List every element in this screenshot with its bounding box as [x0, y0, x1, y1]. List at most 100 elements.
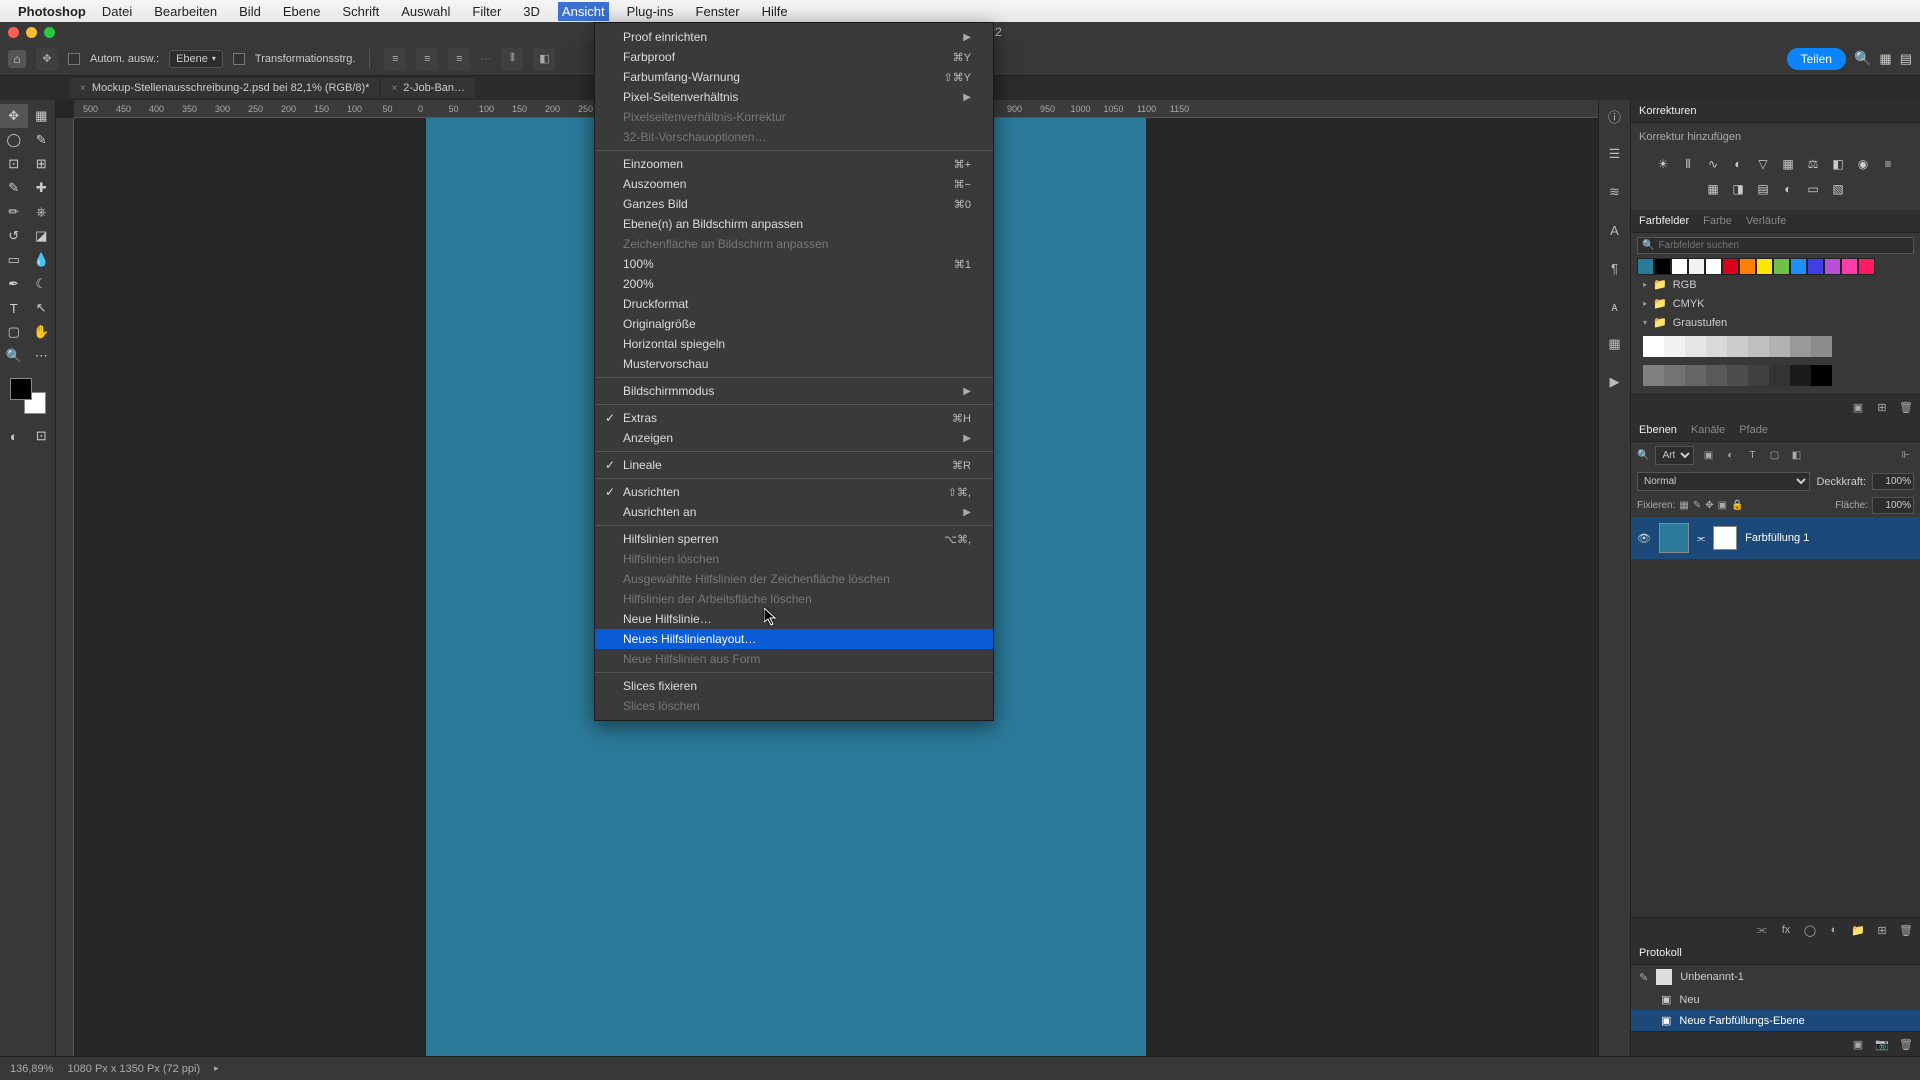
- quick-select-tool[interactable]: ✎: [28, 128, 56, 152]
- layer-filter-dropdown[interactable]: Art: [1655, 446, 1694, 465]
- bw-icon[interactable]: ◧: [1829, 155, 1847, 173]
- new-layer-icon[interactable]: ⊞: [1874, 922, 1890, 938]
- vertical-ruler[interactable]: [56, 118, 74, 1056]
- swatch[interactable]: [1841, 258, 1858, 275]
- group-icon[interactable]: 📁: [1850, 922, 1866, 938]
- zoom-icon[interactable]: [44, 27, 55, 38]
- mask-icon[interactable]: ◯: [1802, 922, 1818, 938]
- channel-mixer-icon[interactable]: ≡: [1879, 155, 1897, 173]
- swatch[interactable]: [1637, 258, 1654, 275]
- visibility-icon[interactable]: 👁: [1637, 532, 1651, 545]
- info-panel-icon[interactable]: ⓘ: [1605, 106, 1625, 126]
- swatch-group-graustufen[interactable]: ▾📁Graustufen: [1637, 313, 1914, 332]
- gradient-map-icon[interactable]: ▭: [1804, 180, 1822, 198]
- swatch[interactable]: [1739, 258, 1756, 275]
- swatch[interactable]: [1790, 258, 1807, 275]
- layer-filter-search-icon[interactable]: 🔍: [1637, 450, 1649, 461]
- crop-tool[interactable]: ⊡: [0, 152, 28, 176]
- screenmode-icon[interactable]: ⊡: [28, 424, 56, 448]
- history-snapshot[interactable]: ✎ Unbenannt-1: [1631, 965, 1920, 989]
- adjustments-panel-icon[interactable]: ☰: [1605, 144, 1625, 164]
- layer-thumbnail[interactable]: [1659, 523, 1689, 553]
- 3d-mode-icon[interactable]: ◧: [533, 48, 555, 70]
- pen-tool[interactable]: ✒: [0, 272, 28, 296]
- swatch[interactable]: [1706, 365, 1727, 386]
- status-chevron-icon[interactable]: ▸: [214, 1063, 219, 1074]
- menu-item[interactable]: Hilfslinien sperren⌥⌘,: [595, 529, 993, 549]
- move-tool[interactable]: ✥: [0, 104, 28, 128]
- history-brush-source-icon[interactable]: ✎: [1639, 971, 1648, 984]
- photo-filter-icon[interactable]: ◉: [1854, 155, 1872, 173]
- swatch[interactable]: [1671, 258, 1688, 275]
- fx-icon[interactable]: fx: [1778, 922, 1794, 938]
- menu-schrift[interactable]: Schrift: [338, 2, 383, 21]
- filter-toggle[interactable]: ⊩: [1898, 448, 1914, 464]
- menu-filter[interactable]: Filter: [468, 2, 505, 21]
- swatch[interactable]: [1756, 258, 1773, 275]
- paragraph-panel-icon[interactable]: ¶: [1605, 258, 1625, 278]
- menu-item[interactable]: Bildschirmmodus▶: [595, 381, 993, 401]
- swatch[interactable]: [1811, 365, 1832, 386]
- hsl-icon[interactable]: ▦: [1779, 155, 1797, 173]
- curves-icon[interactable]: ∿: [1704, 155, 1722, 173]
- blend-mode-dropdown[interactable]: Normal: [1637, 472, 1810, 491]
- eyedropper-tool[interactable]: ✎: [0, 176, 28, 200]
- color-balance-icon[interactable]: ⚖: [1804, 155, 1822, 173]
- adjustment-layer-icon[interactable]: ◐: [1826, 922, 1842, 938]
- menu-item[interactable]: Slices fixieren: [595, 676, 993, 696]
- tab-verlaeufe[interactable]: Verläufe: [1746, 215, 1786, 227]
- swatch[interactable]: [1706, 336, 1727, 357]
- tab-kanaele[interactable]: Kanäle: [1691, 424, 1725, 436]
- menu-plug-ins[interactable]: Plug-ins: [623, 2, 678, 21]
- swatch[interactable]: [1664, 365, 1685, 386]
- swatch[interactable]: [1769, 365, 1790, 386]
- swatch[interactable]: [1654, 258, 1671, 275]
- align-center-icon[interactable]: ≡: [416, 48, 438, 70]
- swatch[interactable]: [1748, 365, 1769, 386]
- tab-ebenen[interactable]: Ebenen: [1639, 424, 1677, 436]
- stamp-tool[interactable]: ⎈: [28, 200, 56, 224]
- swatch-group-rgb[interactable]: ▸📁RGB: [1637, 275, 1914, 294]
- menu-item[interactable]: Einzoomen⌘+: [595, 154, 993, 174]
- history-step[interactable]: ▣ Neu: [1631, 989, 1920, 1010]
- swatch[interactable]: [1685, 336, 1706, 357]
- path-select-tool[interactable]: ↖: [28, 296, 56, 320]
- menu-ebene[interactable]: Ebene: [279, 2, 325, 21]
- threshold-icon[interactable]: ◐: [1779, 180, 1797, 198]
- menu-item[interactable]: Ausrichten an▶: [595, 502, 993, 522]
- foreground-background-colors[interactable]: [8, 376, 48, 416]
- posterize-icon[interactable]: ▤: [1754, 180, 1772, 198]
- workspace-icon[interactable]: ▦: [1879, 51, 1891, 67]
- menu-ansicht[interactable]: Ansicht: [558, 2, 609, 21]
- dodge-tool[interactable]: ☾: [28, 272, 56, 296]
- move-tool-indicator-icon[interactable]: ✥: [36, 48, 58, 70]
- align-left-icon[interactable]: ≡: [384, 48, 406, 70]
- shape-tool[interactable]: ▢: [0, 320, 28, 344]
- filter-adjustment-icon[interactable]: ◐: [1722, 448, 1738, 464]
- swatch[interactable]: [1769, 336, 1790, 357]
- fill-input[interactable]: [1872, 497, 1914, 514]
- tab-protokoll[interactable]: Protokoll: [1639, 947, 1682, 959]
- folder-icon[interactable]: ▣: [1850, 399, 1866, 415]
- trash-icon[interactable]: 🗑: [1898, 399, 1914, 415]
- menu-fenster[interactable]: Fenster: [692, 2, 744, 21]
- menu-item[interactable]: Horizontal spiegeln: [595, 334, 993, 354]
- swatch[interactable]: [1727, 365, 1748, 386]
- zoom-level[interactable]: 136,89%: [10, 1063, 53, 1075]
- tab-farbe[interactable]: Farbe: [1703, 215, 1732, 227]
- swatch[interactable]: [1664, 336, 1685, 357]
- hand-tool[interactable]: ✋: [28, 320, 56, 344]
- swatch[interactable]: [1790, 336, 1811, 357]
- swatch[interactable]: [1643, 365, 1664, 386]
- swatch-group-cmyk[interactable]: ▸📁CMYK: [1637, 294, 1914, 313]
- menu-item[interactable]: Mustervorschau: [595, 354, 993, 374]
- link-icon[interactable]: ⫘: [1697, 533, 1705, 544]
- vibrance-icon[interactable]: ▽: [1754, 155, 1772, 173]
- glyphs-panel-icon[interactable]: ᴀ: [1605, 296, 1625, 316]
- brightness-icon[interactable]: ☀: [1654, 155, 1672, 173]
- menu-hilfe[interactable]: Hilfe: [758, 2, 792, 21]
- menu-item[interactable]: Pixel-Seitenverhältnis▶: [595, 87, 993, 107]
- panel-toggle-icon[interactable]: ▤: [1900, 51, 1912, 67]
- menu-item[interactable]: ✓Lineale⌘R: [595, 455, 993, 475]
- play-icon[interactable]: ▶: [1605, 372, 1625, 392]
